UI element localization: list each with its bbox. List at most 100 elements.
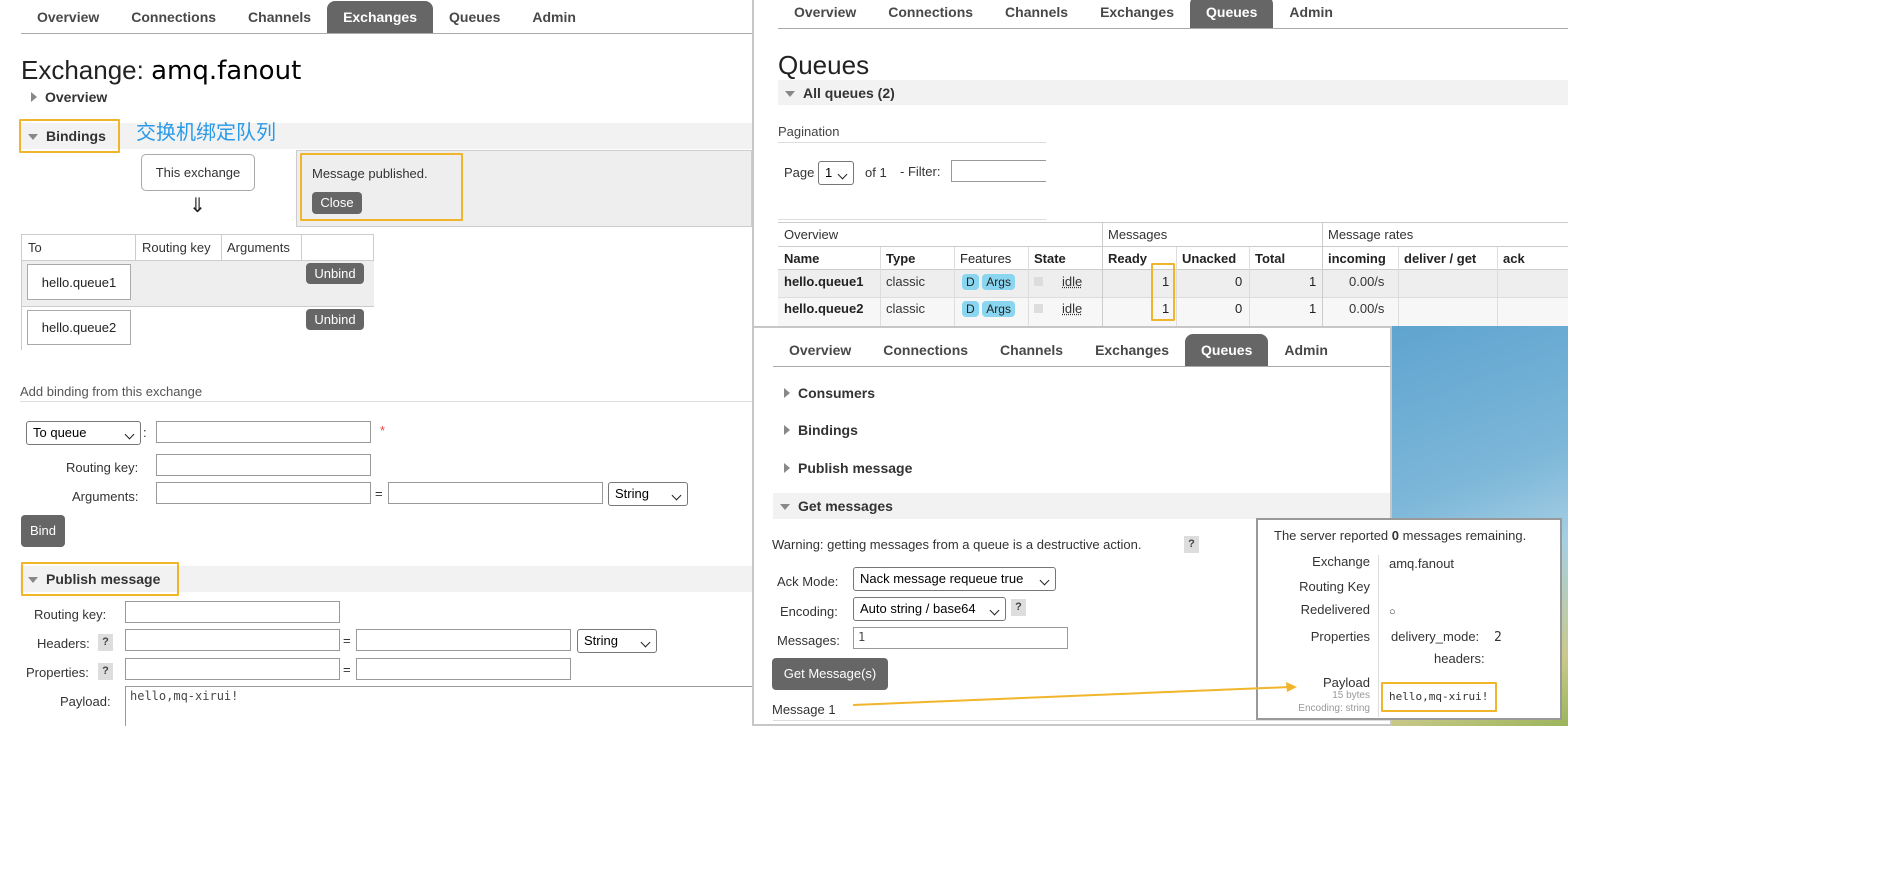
bindings-highlight: [19, 119, 120, 153]
publish-toggle[interactable]: Publish message: [784, 460, 912, 476]
remaining-count: 0: [1391, 528, 1400, 543]
get-messages-button[interactable]: Get Message(s): [772, 658, 888, 690]
tab-channels[interactable]: Channels: [232, 1, 327, 33]
published-highlight: [300, 153, 463, 221]
payload-label: Payload: [1323, 675, 1370, 690]
help-icon[interactable]: ?: [98, 634, 113, 651]
col-divider: [1102, 223, 1103, 326]
tab-admin[interactable]: Admin: [1273, 0, 1349, 28]
unbind-button[interactable]: Unbind: [306, 263, 364, 284]
queue-link[interactable]: hello.queue1: [27, 264, 131, 300]
all-queues-toggle[interactable]: All queues (2): [785, 85, 895, 101]
page-select[interactable]: 1: [818, 161, 854, 185]
encoding-select[interactable]: Auto string / base64: [853, 597, 1006, 621]
queue-type: classic: [886, 301, 926, 316]
get-messages-toggle[interactable]: Get messages: [780, 498, 893, 514]
tab-overview[interactable]: Overview: [778, 0, 872, 28]
unbind-button[interactable]: Unbind: [306, 309, 364, 330]
queue-name-link[interactable]: hello.queue2: [784, 301, 863, 316]
queue-features: D Args: [962, 274, 1015, 290]
argument-key-input[interactable]: [156, 482, 371, 504]
bindings-toggle[interactable]: Bindings: [784, 422, 858, 438]
messages-count-input[interactable]: 1: [853, 627, 1068, 649]
publish-highlight: [21, 562, 179, 596]
payload-size: 15 bytes: [1332, 690, 1370, 701]
consumers-toggle[interactable]: Consumers: [784, 385, 875, 401]
property-key-input[interactable]: [125, 658, 340, 680]
state-indicator-icon: [1034, 304, 1043, 313]
queue-incoming: 0.00/s: [1349, 301, 1385, 316]
bindings-table: To Routing key Arguments hello.queue1 he…: [21, 234, 374, 351]
tab-queues[interactable]: Queues: [433, 1, 516, 33]
collapse-arrow-icon: [785, 91, 795, 98]
title-prefix: Exchange:: [21, 55, 152, 85]
overview-label: Overview: [45, 89, 108, 105]
property-value-input[interactable]: [356, 658, 571, 680]
page-label: Page: [784, 165, 815, 180]
pagination-label: Pagination: [778, 124, 840, 139]
destination-input[interactable]: [156, 421, 371, 443]
detail-nav: Overview Connections Channels Exchanges …: [773, 334, 1344, 366]
tab-queues[interactable]: Queues: [1185, 334, 1269, 366]
payload-textarea[interactable]: hello,mq-xirui!: [125, 686, 752, 726]
argument-value-input[interactable]: [388, 482, 603, 504]
ack-mode-select[interactable]: Nack message requeue true: [853, 567, 1056, 591]
col-to: To: [28, 240, 42, 255]
tab-overview[interactable]: Overview: [773, 334, 867, 366]
overview-section-toggle[interactable]: Overview: [31, 89, 107, 105]
consumers-label: Consumers: [798, 385, 876, 401]
tab-exchanges[interactable]: Exchanges: [327, 1, 433, 33]
routing-key-label: Routing Key: [1299, 579, 1370, 594]
required-marker: *: [380, 423, 386, 438]
page-count: of 1: [865, 165, 887, 180]
help-icon[interactable]: ?: [1184, 536, 1199, 553]
help-icon[interactable]: ?: [1011, 599, 1026, 616]
tab-admin[interactable]: Admin: [1268, 334, 1344, 366]
tab-connections[interactable]: Connections: [872, 0, 989, 28]
queues-nav-divider: [778, 28, 1568, 29]
argument-type-select[interactable]: String: [608, 482, 688, 506]
publish-label: Publish message: [798, 460, 913, 476]
left-nav: Overview Connections Channels Exchanges …: [21, 1, 592, 33]
tab-exchanges[interactable]: Exchanges: [1079, 334, 1185, 366]
tab-connections[interactable]: Connections: [867, 334, 984, 366]
exchange-value: amq.fanout: [1389, 556, 1455, 571]
bind-button[interactable]: Bind: [21, 515, 65, 547]
this-exchange-box: This exchange: [141, 154, 255, 191]
queue-name-link[interactable]: hello.queue1: [784, 274, 863, 289]
tab-channels[interactable]: Channels: [989, 0, 1084, 28]
reported-suffix: messages remaining.: [1399, 528, 1527, 543]
filter-input[interactable]: [951, 160, 1046, 182]
queue-unacked: 0: [1235, 301, 1243, 316]
redelivered-label: Redelivered: [1300, 602, 1370, 617]
tab-exchanges[interactable]: Exchanges: [1084, 0, 1190, 28]
routing-key-input[interactable]: [156, 454, 371, 476]
exchange-name: amq.fanout: [151, 56, 302, 86]
tab-overview[interactable]: Overview: [21, 1, 115, 33]
col-incoming: incoming: [1328, 251, 1386, 266]
queue-state: idle: [1062, 274, 1083, 289]
destination-type-select[interactable]: To queue: [26, 421, 141, 445]
col-divider: [1497, 247, 1498, 326]
col-ready: Ready: [1108, 251, 1148, 266]
tab-admin[interactable]: Admin: [516, 1, 592, 33]
pub-routing-key-input[interactable]: [125, 601, 340, 623]
tab-channels[interactable]: Channels: [984, 334, 1079, 366]
payload-label: Payload:: [60, 694, 111, 709]
header-type-select[interactable]: String: [577, 629, 657, 653]
col-divider: [880, 247, 881, 326]
tab-connections[interactable]: Connections: [115, 1, 232, 33]
col-arguments: Arguments: [227, 240, 290, 255]
queue-link[interactable]: hello.queue2: [27, 310, 131, 345]
col-type: Type: [886, 251, 916, 266]
help-icon[interactable]: ?: [98, 663, 113, 680]
queue-unacked: 0: [1235, 274, 1243, 289]
pub-properties-label: Properties:: [26, 665, 89, 680]
header-key-input[interactable]: [125, 629, 340, 651]
queues-title: Queues: [778, 50, 870, 80]
header-value-input[interactable]: [356, 629, 571, 651]
col-divider: [1176, 247, 1177, 326]
equals-sign: =: [343, 662, 351, 677]
tab-queues[interactable]: Queues: [1190, 0, 1274, 28]
pub-routing-key-label: Routing key:: [34, 607, 107, 622]
